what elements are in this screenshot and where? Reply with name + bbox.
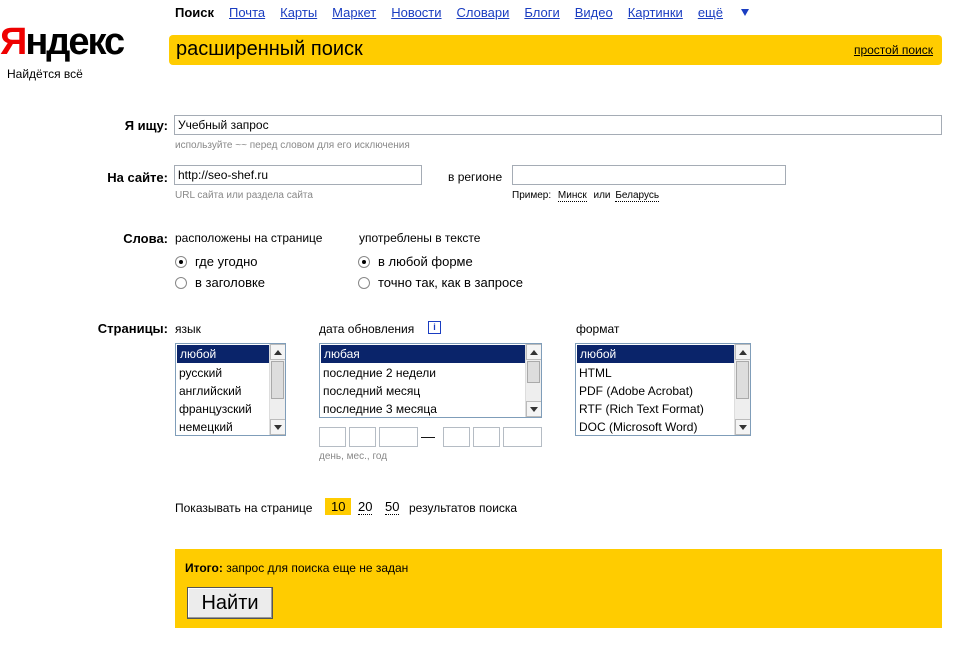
- date-to-month[interactable]: [473, 427, 500, 447]
- list-option[interactable]: последний месяц: [320, 382, 541, 400]
- scroll-thumb[interactable]: [527, 361, 540, 383]
- scroll-down-icon[interactable]: [735, 419, 750, 435]
- yandex-logo[interactable]: Яндекс: [0, 21, 125, 63]
- words-label: Слова:: [123, 231, 168, 246]
- query-hint: используйте ~~ перед словом для его искл…: [175, 140, 410, 151]
- query-label: Я ищу:: [124, 118, 168, 133]
- list-option[interactable]: последние 3 месяца: [320, 400, 541, 417]
- radio-any-form[interactable]: в любой форме: [358, 254, 473, 269]
- results-prefix: Показывать на странице: [175, 501, 313, 515]
- date-dash: —: [421, 428, 435, 444]
- date-hint: день, мес., год: [319, 451, 388, 462]
- list-option[interactable]: любой: [177, 345, 284, 363]
- info-icon[interactable]: i: [428, 321, 441, 334]
- site-label: На сайте:: [107, 170, 168, 185]
- format-listbox[interactable]: любой HTML PDF (Adobe Acrobat) RTF (Rich…: [575, 343, 751, 436]
- site-hint: URL сайта или раздела сайта: [175, 190, 313, 201]
- scroll-up-icon[interactable]: [526, 344, 541, 360]
- region-label: в регионе: [448, 170, 503, 184]
- radio-in-title[interactable]: в заголовке: [175, 275, 265, 290]
- nav-more[interactable]: ещё: [698, 5, 764, 20]
- radio-anywhere[interactable]: где угодно: [175, 254, 257, 269]
- nav-more-label[interactable]: ещё: [698, 5, 723, 20]
- scrollbar[interactable]: [525, 344, 541, 417]
- logo-slogan: Найдётся всё: [7, 67, 83, 81]
- words-location-title: расположены на странице: [175, 231, 323, 245]
- nav-link-video[interactable]: Видео: [575, 5, 613, 20]
- radio-label: точно так, как в запросе: [378, 275, 523, 290]
- list-option[interactable]: PDF (Adobe Acrobat): [576, 382, 750, 400]
- search-button[interactable]: Найти: [187, 587, 273, 619]
- region-example-label: Пример:: [512, 190, 552, 201]
- nav-link-dictionaries[interactable]: Словари: [457, 5, 510, 20]
- format-title: формат: [576, 322, 620, 336]
- scroll-up-icon[interactable]: [735, 344, 750, 360]
- radio-label: где угодно: [195, 254, 258, 269]
- list-option[interactable]: HTML: [576, 364, 750, 382]
- scroll-thumb[interactable]: [271, 361, 284, 399]
- summary-panel: Итого: запрос для поиска еще не задан На…: [175, 549, 942, 628]
- nav-link-blogs[interactable]: Блоги: [524, 5, 559, 20]
- nav-link-market[interactable]: Маркет: [332, 5, 376, 20]
- site-input[interactable]: http://seo-shef.ru: [174, 165, 422, 185]
- region-example-minsk[interactable]: Минск: [557, 190, 587, 202]
- lang-title: язык: [175, 322, 201, 336]
- results-option-50[interactable]: 50: [385, 499, 400, 515]
- date-title: дата обновления: [319, 322, 415, 336]
- list-option[interactable]: DOC (Microsoft Word): [576, 418, 750, 435]
- summary-value: запрос для поиска еще не задан: [226, 561, 409, 575]
- list-option[interactable]: любая: [321, 345, 540, 363]
- radio-button[interactable]: [358, 255, 370, 268]
- header-bar: расширенный поиск простой поиск: [169, 35, 942, 65]
- scroll-up-icon[interactable]: [270, 344, 285, 360]
- date-to-year[interactable]: [503, 427, 542, 447]
- date-listbox[interactable]: любая последние 2 недели последний месяц…: [319, 343, 542, 418]
- list-option[interactable]: RTF (Rich Text Format): [576, 400, 750, 418]
- scrollbar[interactable]: [269, 344, 285, 435]
- simple-search-link[interactable]: простой поиск: [854, 43, 933, 57]
- date-from-day[interactable]: [319, 427, 346, 447]
- page-title: расширенный поиск: [176, 38, 363, 60]
- logo-letter: Я: [0, 21, 27, 63]
- pages-label: Страницы:: [97, 321, 168, 336]
- results-option-10[interactable]: 10: [325, 498, 352, 515]
- radio-button[interactable]: [175, 255, 187, 268]
- date-from-month[interactable]: [349, 427, 376, 447]
- list-option[interactable]: последние 2 недели: [320, 364, 541, 382]
- date-from-year[interactable]: [379, 427, 418, 447]
- summary-label: Итого:: [185, 561, 223, 575]
- nav-link-images[interactable]: Картинки: [628, 5, 683, 20]
- nav-link-maps[interactable]: Карты: [280, 5, 317, 20]
- scrollbar[interactable]: [734, 344, 750, 435]
- region-example-belarus[interactable]: Беларусь: [615, 190, 660, 202]
- radio-exact-form[interactable]: точно так, как в запросе: [358, 275, 523, 290]
- region-input[interactable]: [512, 165, 786, 185]
- date-to-day[interactable]: [443, 427, 470, 447]
- region-example-or: или: [593, 190, 611, 201]
- words-form-title: употреблены в тексте: [359, 231, 481, 245]
- nav-link-news[interactable]: Новости: [391, 5, 441, 20]
- lang-listbox[interactable]: любой русский английский французский нем…: [175, 343, 286, 436]
- scroll-down-icon[interactable]: [526, 401, 541, 417]
- top-nav: Поиск Почта Карты Маркет Новости Словари…: [175, 5, 779, 20]
- region-example: Пример: Минск или Беларусь: [512, 190, 660, 202]
- nav-link-mail[interactable]: Почта: [229, 5, 265, 20]
- radio-label: в любой форме: [378, 254, 473, 269]
- chevron-down-icon: [740, 9, 749, 16]
- radio-button[interactable]: [175, 276, 187, 289]
- summary-text: Итого: запрос для поиска еще не задан: [185, 561, 408, 575]
- radio-button[interactable]: [358, 276, 370, 289]
- query-input[interactable]: Учебный запрос: [174, 115, 942, 135]
- results-option-20[interactable]: 20: [358, 499, 373, 515]
- logo-rest: ндекс: [25, 21, 125, 63]
- scroll-down-icon[interactable]: [270, 419, 285, 435]
- results-suffix: результатов поиска: [409, 501, 518, 515]
- nav-item-search: Поиск: [175, 5, 215, 20]
- radio-label: в заголовке: [195, 275, 266, 290]
- scroll-thumb[interactable]: [736, 361, 749, 399]
- list-option[interactable]: любой: [577, 345, 749, 363]
